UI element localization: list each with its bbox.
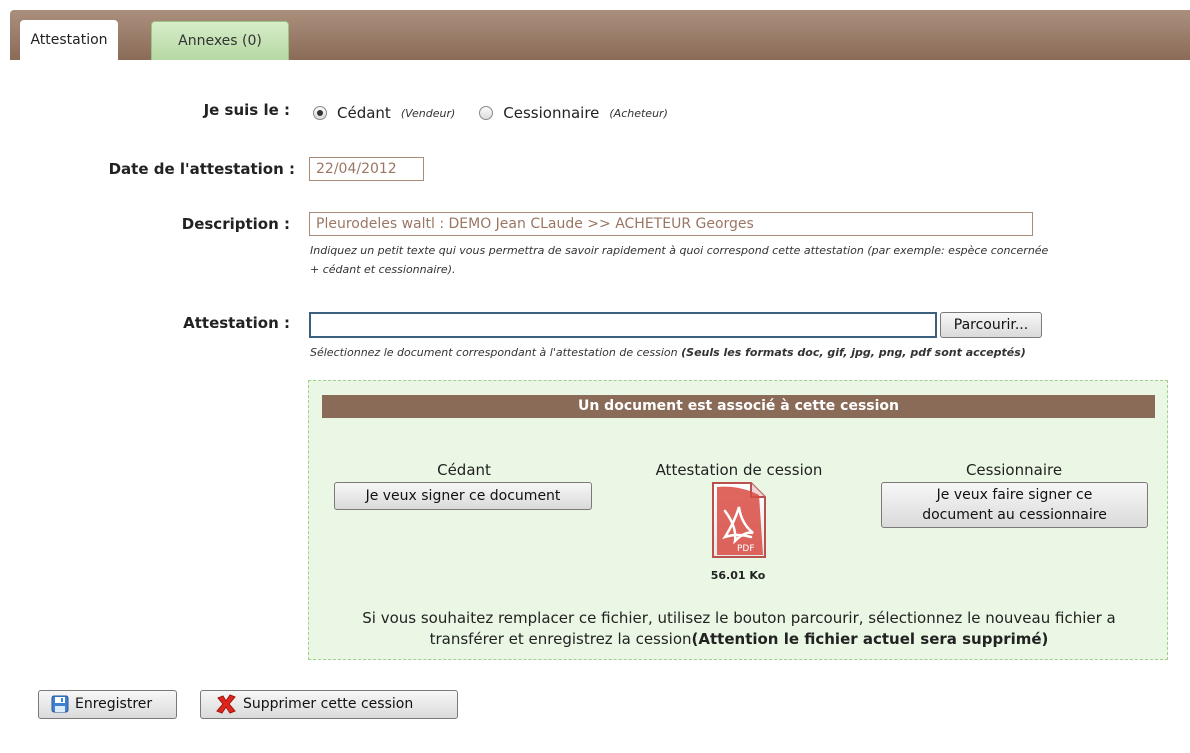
radio-cessionnaire-hint: (Acheteur) [609, 106, 668, 120]
description-field[interactable]: Pleurodeles waltl : DEMO Jean CLaude >> … [309, 212, 1033, 236]
radio-cessionnaire[interactable] [479, 106, 494, 120]
notice-line-2: transférer et enregistrez la cession(Att… [319, 629, 1159, 650]
save-button[interactable]: Enregistrer [38, 690, 177, 719]
replace-file-notice: Si vous souhaitez remplacer ce fichier, … [319, 608, 1159, 650]
role-radio-group: Cédant (Vendeur) Cessionnaire (Acheteur) [313, 104, 668, 122]
delete-cession-button[interactable]: Supprimer cette cession [200, 690, 458, 719]
attestation-title: Attestation de cession [655, 461, 823, 479]
radio-cedant[interactable] [313, 106, 327, 120]
radio-cessionnaire-label[interactable]: Cessionnaire [503, 104, 599, 122]
date-label: Date de l'attestation : [108, 160, 295, 178]
file-path-input[interactable] [309, 312, 937, 338]
cessionnaire-title: Cessionnaire [965, 461, 1063, 479]
description-label: Description : [181, 215, 290, 233]
document-panel-header: Un document est associé à cette cession [322, 395, 1155, 418]
notice-warning: (Attention le fichier actuel sera suppri… [691, 630, 1049, 648]
description-hint-line-1: Indiquez un petit texte qui vous permett… [310, 244, 1049, 257]
delete-button-label: Supprimer cette cession [243, 696, 414, 712]
pdf-file-icon[interactable]: PDF [707, 481, 769, 561]
cedant-title: Cédant [437, 461, 491, 479]
role-label: Je suis le : [203, 101, 290, 119]
attestation-label: Attestation : [183, 314, 290, 332]
sign-document-button[interactable]: Je veux signer ce document [334, 482, 592, 510]
tab-attestation[interactable]: Attestation [20, 20, 118, 61]
save-button-label: Enregistrer [75, 696, 153, 712]
notice-line-1: Si vous souhaitez remplacer ce fichier, … [362, 609, 1116, 627]
file-size: 56.01 Ko [710, 569, 766, 582]
date-field[interactable]: 22/04/2012 [309, 157, 424, 181]
document-panel: Un document est associé à cette cession … [308, 380, 1168, 660]
tab-bar: Attestation Annexes (0) [10, 10, 1190, 61]
radio-cedant-hint: (Vendeur) [400, 106, 456, 120]
save-icon [51, 695, 69, 713]
request-signature-button[interactable]: Je veux faire signer ce document au cess… [881, 482, 1148, 528]
request-signature-label-line-2: document au cessionnaire [922, 507, 1107, 523]
tab-annexes[interactable]: Annexes (0) [151, 21, 289, 60]
attestation-hint-formats: (Seuls les formats doc, gif, jpg, png, p… [681, 346, 1026, 359]
radio-cedant-label[interactable]: Cédant [337, 104, 391, 122]
description-hint-line-2: + cédant et cessionnaire). [310, 263, 456, 276]
attestation-hint-text: Sélectionnez le document correspondant à… [310, 346, 682, 359]
browse-button[interactable]: Parcourir... [940, 312, 1042, 338]
attestation-hint: Sélectionnez le document correspondant à… [310, 343, 1026, 362]
delete-icon [216, 694, 236, 714]
request-signature-label-line-1: Je veux faire signer ce [936, 487, 1093, 503]
notice-line-2-text: transférer et enregistrez la cession [429, 630, 692, 648]
pdf-icon-text: PDF [737, 544, 755, 554]
